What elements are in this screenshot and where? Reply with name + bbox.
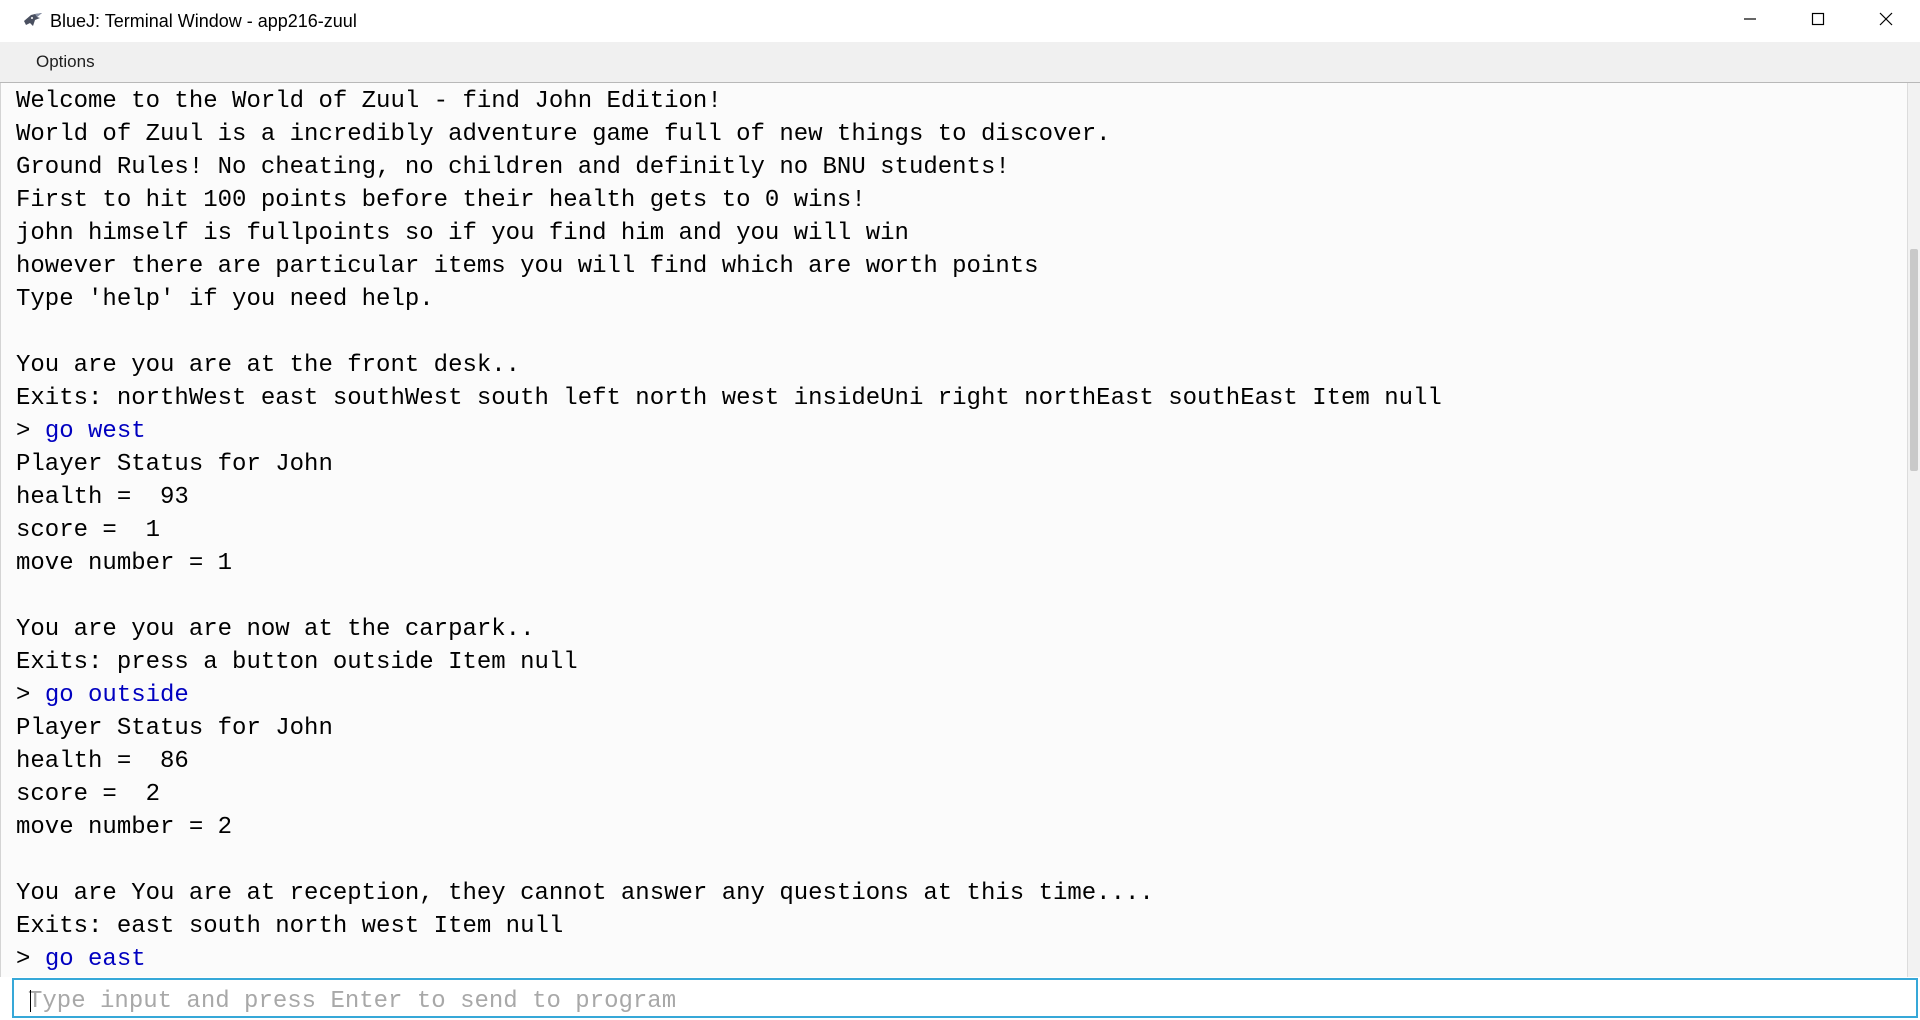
scrollbar-thumb[interactable] [1910, 249, 1918, 471]
terminal-output-line: World of Zuul is a incredibly adventure … [16, 121, 1111, 148]
terminal-output-line: Exits: press a button outside Item null [16, 649, 578, 676]
title-bar[interactable]: BlueJ: Terminal Window - app216-zuul [0, 0, 1920, 42]
terminal-output-line: health = 86 [16, 748, 189, 775]
command-prompt: > [16, 418, 45, 445]
terminal-command-line: > go west [16, 415, 1442, 448]
terminal-window: BlueJ: Terminal Window - app216-zuul Opt… [0, 0, 1920, 1020]
text-caret [30, 990, 31, 1012]
bluej-bird-icon [22, 10, 44, 32]
menu-bar: Options [0, 42, 1920, 83]
terminal-lines: Welcome to the World of Zuul - find John… [16, 85, 1442, 976]
terminal-output-line: move number = 1 [16, 550, 233, 577]
terminal-output-line: Ground Rules! No cheating, no children a… [16, 154, 1010, 181]
terminal-input-container [12, 978, 1918, 1018]
window-title: BlueJ: Terminal Window - app216-zuul [50, 10, 357, 31]
close-button[interactable] [1852, 0, 1920, 42]
terminal-output-line: john himself is fullpoints so if you fin… [16, 220, 909, 247]
terminal-input[interactable] [14, 980, 1916, 1016]
terminal-output[interactable]: Welcome to the World of Zuul - find John… [0, 83, 1909, 977]
terminal-output-line: Player Status for John [16, 715, 333, 742]
terminal-output-line: however there are particular items you w… [16, 253, 1039, 280]
close-icon [1878, 11, 1894, 32]
terminal-output-line: First to hit 100 points before their hea… [16, 187, 866, 214]
window-controls [1716, 0, 1920, 42]
minimize-button[interactable] [1716, 0, 1784, 42]
maximize-icon [1810, 11, 1826, 32]
command-text: go east [44, 946, 146, 973]
menu-options[interactable]: Options [34, 48, 97, 76]
terminal-output-line: You are you are now at the carpark.. [16, 616, 535, 643]
maximize-button[interactable] [1784, 0, 1852, 42]
minimize-icon [1742, 11, 1758, 32]
terminal-output-line: score = 1 [16, 517, 161, 544]
terminal-command-line: > go outside [16, 679, 1442, 712]
command-text: go west [44, 418, 146, 445]
terminal-output-line: You are You are at reception, they canno… [16, 880, 1154, 907]
terminal-output-line: score = 2 [16, 781, 161, 808]
terminal-output-line: Player Status for John [16, 451, 333, 478]
terminal-output-line: Exits: northWest east southWest south le… [16, 385, 1442, 412]
terminal-output-line: Exits: east south north west Item null [16, 913, 564, 940]
vertical-scrollbar[interactable] [1907, 83, 1920, 977]
terminal-output-line: health = 93 [16, 484, 189, 511]
command-text: go outside [44, 682, 189, 709]
terminal-output-line: You are you are at the front desk.. [16, 352, 521, 379]
terminal-output-line: move number = 2 [16, 814, 233, 841]
terminal-output-line: Type 'help' if you need help. [16, 286, 434, 313]
terminal-command-line: > go east [16, 943, 1442, 976]
command-prompt: > [16, 682, 45, 709]
terminal-output-line: Welcome to the World of Zuul - find John… [16, 88, 722, 115]
command-prompt: > [16, 946, 45, 973]
